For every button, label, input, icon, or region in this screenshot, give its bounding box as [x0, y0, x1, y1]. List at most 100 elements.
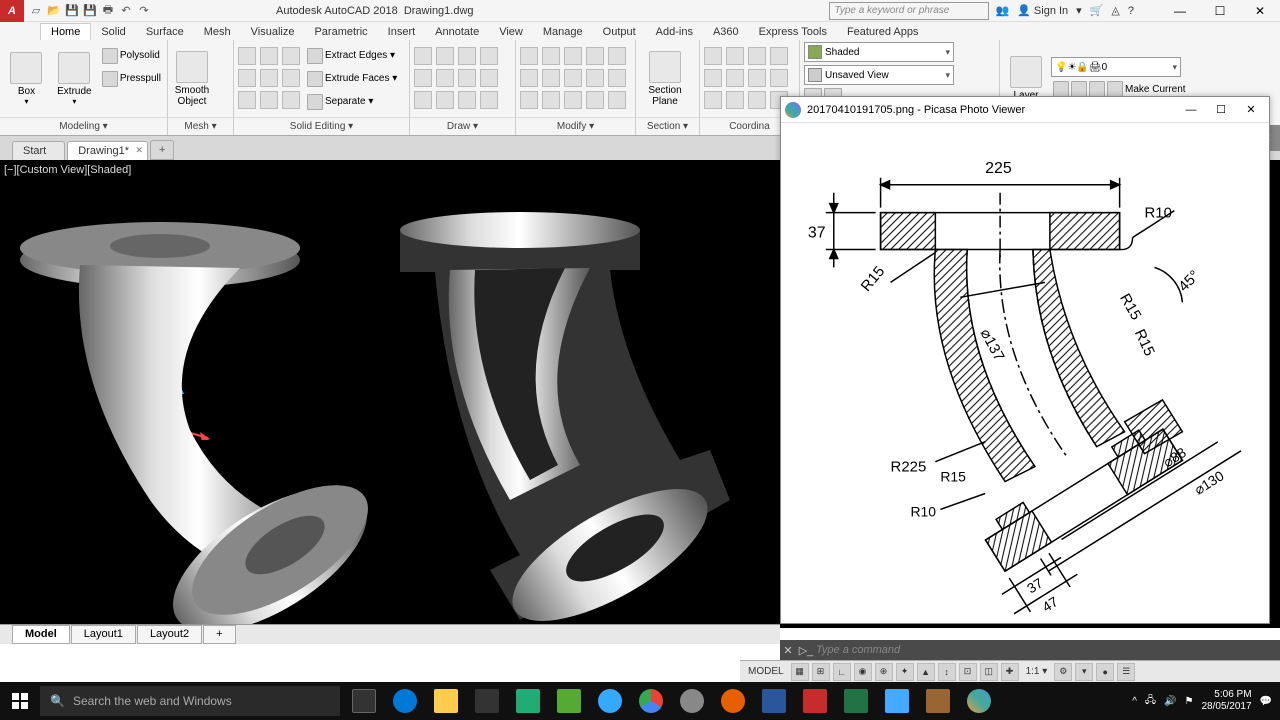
qat-save-icon[interactable]: 💾 — [64, 3, 80, 19]
status-scale[interactable]: 1:1 ▾ — [1022, 665, 1052, 678]
draw-icon[interactable] — [436, 69, 454, 87]
coord-icon[interactable] — [704, 69, 722, 87]
presspull-button[interactable]: Presspull — [100, 68, 163, 90]
draw-icon[interactable] — [480, 47, 498, 65]
status-gear-icon[interactable]: ⚙ — [1054, 663, 1072, 681]
app-icon[interactable] — [672, 682, 712, 720]
coord-icon[interactable] — [726, 69, 744, 87]
photos-icon[interactable] — [877, 682, 917, 720]
se-icon[interactable] — [260, 47, 278, 65]
status-menu-icon[interactable]: ☰ — [1117, 663, 1135, 681]
coord-icon[interactable] — [748, 91, 766, 109]
layer-dropdown[interactable]: 💡☀🔒🖨 0 — [1051, 57, 1181, 77]
layout-model[interactable]: Model — [12, 625, 70, 644]
extract-edges-button[interactable]: Extract Edges ▾ — [305, 45, 399, 67]
draw-icon[interactable] — [414, 47, 432, 65]
draw-icon[interactable] — [436, 91, 454, 109]
mesh-opt2-icon[interactable] — [215, 72, 229, 86]
store-icon[interactable] — [467, 682, 507, 720]
se-icon[interactable] — [238, 47, 256, 65]
tab-surface[interactable]: Surface — [136, 24, 194, 40]
coord-icon[interactable] — [704, 91, 722, 109]
coord-icon[interactable] — [748, 47, 766, 65]
app-logo[interactable]: A — [0, 0, 24, 22]
status-model[interactable]: MODEL — [744, 665, 788, 678]
tray-volume-icon[interactable]: 🔊 — [1164, 696, 1176, 707]
start-button[interactable] — [0, 682, 40, 720]
mod-icon[interactable] — [564, 47, 582, 65]
mod-icon[interactable] — [608, 69, 626, 87]
section-plane-button[interactable]: Section Plane — [640, 44, 690, 114]
status-icon[interactable]: ▾ — [1075, 663, 1093, 681]
signin-link[interactable]: 👤 Sign In — [1017, 4, 1068, 17]
mod-icon[interactable] — [542, 69, 560, 87]
tab-manage[interactable]: Manage — [533, 24, 593, 40]
connect-icon[interactable]: 👥 — [995, 4, 1009, 17]
coord-icon[interactable] — [726, 47, 744, 65]
status-icon[interactable]: ⊞ — [812, 663, 830, 681]
taskbar-search[interactable]: 🔍 Search the web and Windows — [40, 686, 340, 716]
tab-addins[interactable]: Add-ins — [646, 24, 703, 40]
se-icon[interactable] — [238, 69, 256, 87]
mod-icon[interactable] — [608, 47, 626, 65]
status-icon[interactable]: ✦ — [896, 663, 914, 681]
coord-icon[interactable] — [704, 47, 722, 65]
explorer-icon[interactable] — [426, 682, 466, 720]
draw-icon[interactable] — [458, 69, 476, 87]
mod-icon[interactable] — [542, 91, 560, 109]
mod-icon[interactable] — [564, 91, 582, 109]
status-icon[interactable]: ◫ — [980, 663, 998, 681]
draw-icon[interactable] — [480, 69, 498, 87]
qat-open-icon[interactable]: 📂 — [46, 3, 62, 19]
status-icon[interactable]: ● — [1096, 663, 1114, 681]
status-icon[interactable]: ◉ — [854, 663, 872, 681]
separate-button[interactable]: Separate ▾ — [305, 91, 399, 113]
status-icon[interactable]: ↕ — [938, 663, 956, 681]
notification-icon[interactable]: 💬 — [1260, 696, 1272, 707]
app-icon[interactable] — [590, 682, 630, 720]
draw-icon[interactable] — [414, 91, 432, 109]
mod-icon[interactable] — [586, 91, 604, 109]
cmd-close-icon[interactable]: ✕ — [780, 644, 796, 657]
coord-icon[interactable] — [748, 69, 766, 87]
status-icon[interactable]: ✚ — [1001, 663, 1019, 681]
tab-solid[interactable]: Solid — [91, 24, 135, 40]
command-line[interactable]: ✕ ▷_ Type a command — [780, 640, 1280, 660]
status-grid-icon[interactable]: ▦ — [791, 663, 809, 681]
help-icon[interactable]: ? — [1128, 5, 1134, 17]
panel-section-label[interactable]: Section ▾ — [636, 117, 699, 135]
layout-2[interactable]: Layout2 — [137, 625, 202, 644]
mod-icon[interactable] — [608, 91, 626, 109]
chrome-icon[interactable] — [631, 682, 671, 720]
tab-home[interactable]: Home — [40, 23, 91, 40]
tray-up-icon[interactable]: ^ — [1132, 696, 1137, 707]
picasa-close-button[interactable]: ✕ — [1237, 100, 1265, 120]
mod-icon[interactable] — [586, 47, 604, 65]
se-icon[interactable] — [238, 91, 256, 109]
edge-icon[interactable] — [385, 682, 425, 720]
status-icon[interactable]: ▲ — [917, 663, 935, 681]
mod-icon[interactable] — [542, 47, 560, 65]
mesh-opt-icon[interactable] — [215, 57, 229, 71]
tab-a360[interactable]: A360 — [703, 24, 749, 40]
se-icon[interactable] — [260, 91, 278, 109]
cmd-input[interactable]: Type a command — [816, 644, 1280, 656]
tab-parametric[interactable]: Parametric — [304, 24, 377, 40]
mesh-opt3-icon[interactable] — [215, 87, 229, 101]
se-icon[interactable] — [260, 69, 278, 87]
qat-redo-icon[interactable]: ↷ — [136, 3, 152, 19]
tray-network-icon[interactable]: 🖧 — [1145, 693, 1156, 710]
app-icon[interactable] — [918, 682, 958, 720]
tab-view[interactable]: View — [489, 24, 533, 40]
tab-mesh[interactable]: Mesh — [194, 24, 241, 40]
excel-icon[interactable] — [836, 682, 876, 720]
picasa-taskbar-icon[interactable] — [959, 682, 999, 720]
tab-express[interactable]: Express Tools — [749, 24, 837, 40]
draw-icon[interactable] — [414, 69, 432, 87]
tab-featured[interactable]: Featured Apps — [837, 24, 929, 40]
mod-icon[interactable] — [520, 47, 538, 65]
coord-icon[interactable] — [770, 47, 788, 65]
app-icon[interactable] — [549, 682, 589, 720]
qat-print-icon[interactable]: 🖶 — [100, 3, 116, 19]
tab-drawing[interactable]: Drawing1*✕ — [67, 141, 148, 160]
